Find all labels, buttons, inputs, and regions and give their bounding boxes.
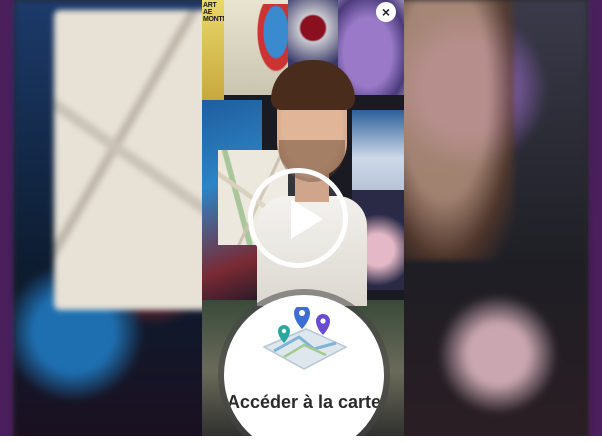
bottom-bar: [0, 436, 602, 443]
hair: [271, 60, 355, 110]
map-pins-icon: [262, 307, 348, 370]
story-panel[interactable]: ART AE MONTM ×: [202, 0, 404, 443]
art-poster-tile: ART AE MONTM: [202, 0, 224, 100]
close-button[interactable]: ×: [376, 2, 396, 22]
backdrop-map: [54, 10, 214, 310]
story-viewer: ART AE MONTM ×: [0, 0, 602, 443]
poster-text: ART AE MONTM: [203, 2, 224, 23]
play-button[interactable]: [248, 168, 348, 268]
map-cta-button[interactable]: Accéder à la carte: [224, 295, 384, 443]
close-icon: ×: [381, 4, 391, 20]
play-icon: [291, 199, 323, 239]
map-cta-label: Accéder à la carte: [226, 392, 382, 412]
